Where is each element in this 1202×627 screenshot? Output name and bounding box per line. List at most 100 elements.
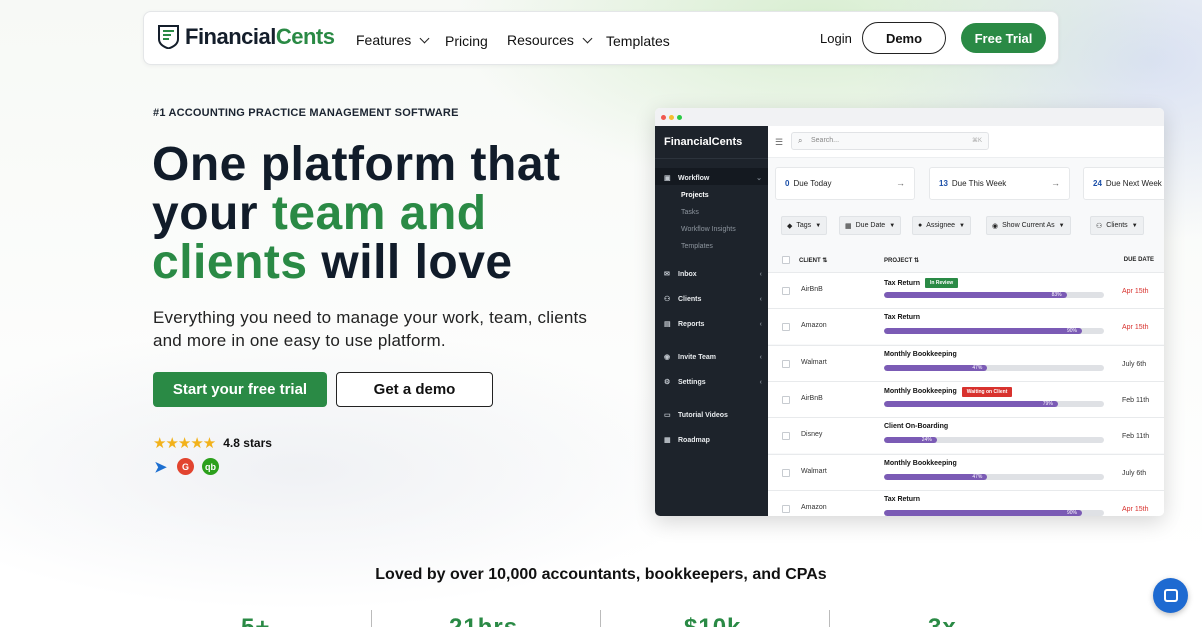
- row-checkbox[interactable]: [782, 323, 790, 332]
- progress-bar: 90%: [884, 509, 1104, 516]
- filter-clients[interactable]: ⚇ Clients ▼: [1090, 216, 1144, 235]
- progress-bar: 90%: [884, 328, 1104, 335]
- close-dot-icon: [661, 114, 666, 120]
- sidebar-item-invite-team[interactable]: ◉ Invite Team ‹: [664, 353, 762, 362]
- project-name[interactable]: Client On-Boarding: [884, 423, 948, 430]
- status-badge: Waiting on Client: [961, 386, 1013, 397]
- nav-templates-label: Templates: [606, 33, 670, 49]
- demo-button[interactable]: Demo: [862, 22, 946, 54]
- menu-icon[interactable]: ☰: [775, 137, 783, 148]
- eye-icon: ◉: [992, 222, 999, 230]
- table-row[interactable]: Amazon Tax Return 90% Apr 15th: [768, 489, 1164, 516]
- nav-features[interactable]: Features: [356, 32, 430, 48]
- due-date: Apr 15th: [1122, 505, 1149, 513]
- nav-pricing[interactable]: Pricing: [445, 33, 488, 49]
- row-checkbox[interactable]: [782, 359, 790, 368]
- table-row[interactable]: Disney Client On-Boarding 24% Feb 11th: [768, 417, 1164, 454]
- sidebar-sub-templates[interactable]: Templates: [681, 243, 713, 250]
- hero-line-2: your team and: [152, 187, 487, 240]
- sidebar-item-reports[interactable]: ▤ Reports ‹: [664, 320, 762, 329]
- tag-icon: ◆: [787, 222, 793, 230]
- table-row[interactable]: Walmart Monthly Bookkeeping 47% July 6th: [768, 344, 1164, 381]
- client-name: Walmart: [801, 358, 827, 366]
- caret-down-icon: ▼: [959, 222, 965, 229]
- card-due-next-week[interactable]: 24 Due Next Week: [1083, 167, 1164, 200]
- nav-templates[interactable]: Templates: [606, 33, 670, 49]
- filter-tags[interactable]: ◆ Tags ▼: [781, 216, 828, 235]
- status-badge: In Review: [925, 278, 959, 288]
- row-checkbox[interactable]: [782, 468, 790, 477]
- star-icons: ★★★★★: [153, 435, 216, 452]
- table-row[interactable]: Walmart Monthly Bookkeeping 47% July 6th: [768, 453, 1164, 490]
- select-all-checkbox[interactable]: [782, 256, 790, 264]
- sidebar-item-workflow[interactable]: ▣ Workflow ⌄: [664, 174, 762, 183]
- caret-down-icon: ▼: [1131, 222, 1138, 229]
- eyebrow-text: #1 ACCOUNTING PRACTICE MANAGEMENT SOFTWA…: [153, 107, 459, 119]
- project-name[interactable]: Tax Return In Review: [884, 278, 959, 288]
- start-free-trial-button[interactable]: Start your free trial: [153, 372, 327, 407]
- chat-widget-button[interactable]: [1153, 578, 1188, 613]
- due-date: Apr 15th: [1122, 324, 1149, 332]
- search-shortcut: ⌘K: [971, 138, 982, 144]
- filter-show-current-as[interactable]: ◉ Show Current As ▼: [986, 216, 1071, 235]
- card-due-this-week[interactable]: 13 Due This Week →: [929, 167, 1070, 200]
- row-checkbox[interactable]: [782, 287, 790, 295]
- filter-assignee[interactable]: ● Assignee ▼: [912, 216, 971, 235]
- row-checkbox[interactable]: [782, 395, 790, 404]
- column-client[interactable]: CLIENT ⇅: [799, 257, 827, 264]
- row-checkbox[interactable]: [782, 504, 790, 513]
- sidebar-sub-tasks[interactable]: Tasks: [681, 209, 699, 216]
- progress-label: 47%: [972, 364, 983, 371]
- app-preview: FinancialCents ▣ Workflow ⌄ Projects Tasks…: [655, 108, 1164, 516]
- chevron-down-icon: ⌄: [756, 175, 762, 182]
- due-date: July 6th: [1122, 469, 1147, 477]
- roadmap-icon: ▦: [664, 437, 671, 444]
- filter-due-date[interactable]: ▦ Due Date ▼: [839, 216, 902, 235]
- nav-resources[interactable]: Resources: [507, 32, 593, 48]
- progress-bar: 47%: [884, 473, 1104, 480]
- invite-icon: ◉: [664, 354, 671, 361]
- hero-line-3: clients will love: [152, 236, 513, 289]
- arrow-right-icon: →: [896, 178, 905, 188]
- table-row[interactable]: Amazon Tax Return 90% Apr 15th: [768, 308, 1164, 345]
- project-name[interactable]: Tax Return: [884, 314, 920, 321]
- app-search-input[interactable]: ⌕ Search... ⌘K: [791, 132, 989, 150]
- calendar-icon: ▦: [845, 222, 852, 230]
- row-checkbox[interactable]: [782, 432, 790, 441]
- progress-fill: 24%: [884, 437, 937, 444]
- project-name[interactable]: Monthly Bookkeeping Waiting on Client: [884, 386, 1013, 397]
- sidebar-sub-workflow-insights[interactable]: Workflow Insights: [681, 226, 736, 233]
- table-row[interactable]: AirBnB Tax Return In Review 83% Apr 15th: [768, 272, 1164, 308]
- sidebar-item-tutorial-videos[interactable]: ▭ Tutorial Videos: [664, 411, 762, 420]
- login-link[interactable]: Login: [820, 31, 852, 46]
- card-due-today[interactable]: 0 Due Today →: [775, 167, 915, 200]
- column-due-date[interactable]: DUE DATE: [1124, 257, 1154, 263]
- project-name[interactable]: Monthly Bookkeeping: [884, 460, 957, 467]
- table-row[interactable]: AirBnB Monthly Bookkeeping Waiting on Clie…: [768, 380, 1164, 417]
- envelope-icon: ✉: [664, 271, 670, 278]
- minimize-dot-icon: [669, 114, 674, 120]
- sidebar-item-settings[interactable]: ⚙ Settings ‹: [664, 378, 762, 387]
- sidebar-item-clients[interactable]: ⚇ Clients ‹: [664, 295, 762, 304]
- sidebar-item-inbox[interactable]: ✉ Inbox ‹: [664, 270, 762, 279]
- app-topbar: ☰ ⌕ Search... ⌘K: [768, 126, 1164, 158]
- free-trial-button[interactable]: Free Trial: [961, 23, 1046, 53]
- progress-bar: 24%: [884, 437, 1104, 444]
- rating: ★★★★★ 4.8 stars: [153, 434, 272, 452]
- app-sidebar: FinancialCents ▣ Workflow ⌄ Projects Tasks…: [655, 126, 768, 516]
- logo[interactable]: FinancialCents: [158, 24, 335, 50]
- chevron-down-icon: [419, 33, 430, 43]
- progress-label: 47%: [972, 473, 983, 480]
- sidebar-sub-projects[interactable]: Projects: [681, 192, 709, 199]
- search-placeholder: Search...: [811, 137, 840, 144]
- column-project[interactable]: PROJECT ⇅: [884, 257, 919, 264]
- get-demo-button[interactable]: Get a demo: [336, 372, 493, 407]
- progress-label: 24%: [921, 437, 932, 444]
- project-name[interactable]: Tax Return: [884, 496, 920, 503]
- sidebar-item-roadmap[interactable]: ▦ Roadmap: [664, 436, 762, 445]
- top-navbar: FinancialCents Features Pricing Resource…: [143, 11, 1059, 65]
- inbox-tray-icon: ▣: [664, 175, 671, 182]
- capterra-icon: ➤: [154, 458, 167, 476]
- progress-bar: 83%: [884, 292, 1104, 298]
- project-name[interactable]: Monthly Bookkeeping: [884, 351, 957, 358]
